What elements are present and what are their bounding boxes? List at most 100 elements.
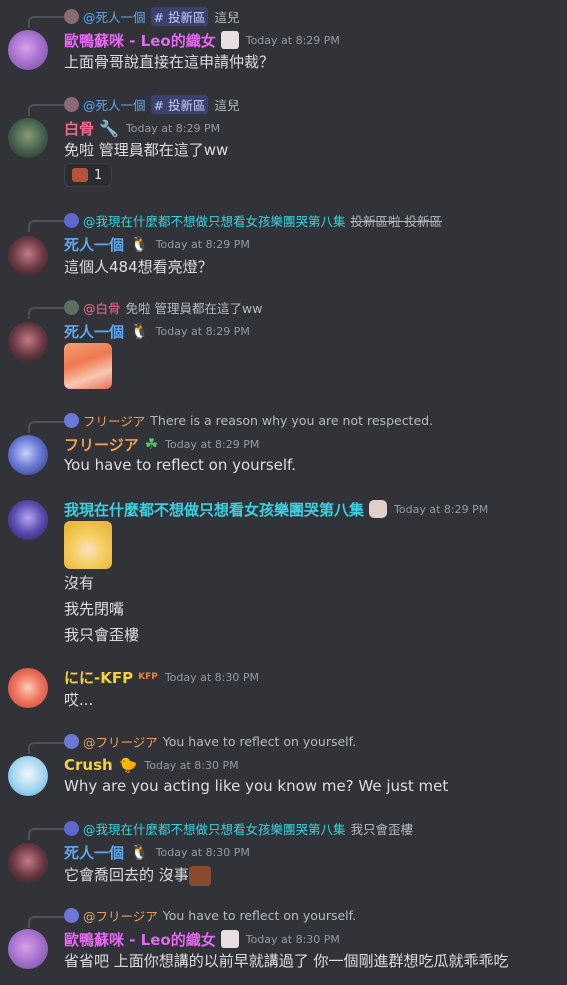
reaction-count: 1 (94, 167, 103, 183)
message-text: 省省吧 上面你想講的以前早就講過了 你一個剛進群想吃瓜就乖乖吃 (64, 952, 509, 970)
chat-message-list[interactable]: @死人一個 # 投新區 這兒 歐鴨蘇咪 - Leo的織女 Today at 8:… (0, 0, 567, 985)
message-text: 這個人484想看亮燈？ (64, 258, 213, 276)
username[interactable]: 死人一個 (64, 321, 124, 342)
avatar[interactable] (8, 929, 48, 969)
avatar[interactable] (8, 118, 48, 158)
reply-text: 這兒 (214, 9, 240, 25)
reply-username[interactable]: @我現在什麼都不想做只想看女孩樂團哭第八集 (83, 819, 346, 838)
username[interactable]: にに-KFP (64, 667, 133, 688)
reply-avatar (64, 733, 79, 749)
username[interactable]: 我現在什麼都不想做只想看女孩樂團哭第八集 (64, 499, 364, 520)
username[interactable]: 白骨 (64, 118, 94, 139)
reply-avatar (64, 299, 79, 315)
reply-username[interactable]: @死人一個 (83, 95, 146, 114)
reply-username[interactable]: @白骨 (83, 298, 121, 317)
reply-avatar (64, 820, 79, 836)
reply-spine (28, 307, 64, 319)
reply-text: There is a reason why you are not respec… (150, 412, 434, 428)
message-text: 我先閉嘴 (64, 600, 125, 618)
timestamp: Today at 8:30 PM (245, 932, 340, 946)
reply-preview[interactable]: @死人一個 # 投新區 這兒 (64, 6, 239, 26)
reply-text: You have to reflect on yourself. (162, 733, 357, 749)
timestamp: Today at 8:30 PM (155, 845, 250, 859)
reply-text: 免啦 管理員都在這了ww (125, 300, 263, 316)
role-icon (220, 31, 239, 49)
message-text: 上面骨哥說直接在這申請仲裁？ (64, 53, 275, 71)
message-text: You have to reflect on yourself. (64, 456, 297, 474)
reply-spine (28, 421, 64, 433)
reply-avatar (64, 212, 79, 228)
username[interactable]: フリージア (64, 434, 139, 455)
reply-text: 我只會歪樓 (350, 821, 414, 837)
timestamp: Today at 8:29 PM (394, 502, 489, 516)
message-text: Why are you acting like you know me? We … (64, 777, 449, 795)
username[interactable]: 死人一個 (64, 842, 124, 863)
reaction-emoji-icon (72, 168, 88, 182)
penguin-icon: 🐧 (130, 843, 149, 861)
clover-icon: ☘ (144, 435, 159, 453)
timestamp: Today at 8:29 PM (155, 324, 250, 338)
reply-preview[interactable]: フリージア There is a reason why you are not … (64, 410, 433, 430)
reply-username[interactable]: フリージア (83, 411, 145, 430)
reply-preview[interactable]: @フリージア You have to reflect on yourself. (64, 731, 356, 751)
reply-avatar (64, 8, 79, 24)
timestamp: Today at 8:30 PM (144, 758, 239, 772)
username[interactable]: 死人一個 (64, 234, 124, 255)
avatar[interactable] (8, 756, 48, 796)
reply-spine (28, 828, 64, 840)
custom-emoji-icon (188, 865, 211, 886)
avatar[interactable] (8, 322, 48, 362)
reply-username[interactable]: @フリージア (83, 732, 158, 751)
reply-spine (28, 742, 64, 754)
timestamp: Today at 8:29 PM (245, 33, 340, 47)
avatar[interactable] (8, 843, 48, 883)
penguin-icon: 🐧 (130, 322, 149, 340)
message-text: 沒有 (64, 574, 95, 592)
reply-preview[interactable]: @白骨 免啦 管理員都在這了ww (64, 297, 262, 317)
reply-preview[interactable]: @フリージア You have to reflect on yourself. (64, 905, 356, 925)
reply-preview[interactable]: @我現在什麼都不想做只想看女孩樂團哭第八集 投新區啦 投新區 (64, 210, 442, 230)
role-icon (369, 500, 388, 518)
reply-spine (28, 104, 64, 116)
timestamp: Today at 8:29 PM (165, 437, 260, 451)
avatar[interactable] (8, 500, 48, 540)
channel-mention[interactable]: # 投新區 (150, 94, 209, 114)
message-text: 它會喬回去的 沒事 (64, 866, 189, 884)
reaction-button[interactable]: 1 (64, 163, 112, 187)
reply-spine (28, 16, 64, 28)
message-text: 我只會歪樓 (64, 626, 140, 644)
kfp-badge: KFP (138, 672, 158, 682)
reply-avatar (64, 96, 79, 112)
sticker-image[interactable] (64, 343, 112, 389)
role-icon (220, 930, 239, 948)
avatar[interactable] (8, 668, 48, 708)
reply-username[interactable]: @我現在什麼都不想做只想看女孩樂團哭第八集 (83, 211, 346, 230)
sticker-image[interactable] (64, 521, 112, 569)
avatar[interactable] (8, 30, 48, 70)
reply-avatar (64, 412, 79, 428)
avatar[interactable] (8, 236, 48, 276)
reply-username[interactable]: @死人一個 (83, 7, 146, 26)
avatar[interactable] (8, 435, 48, 475)
timestamp: Today at 8:29 PM (125, 121, 221, 135)
username[interactable]: 歐鴨蘇咪 - Leo的織女 (64, 929, 216, 950)
penguin-icon: 🐧 (130, 235, 149, 253)
chick-icon: 🐤 (118, 756, 138, 774)
reply-avatar (64, 907, 79, 923)
reply-text: You have to reflect on yourself. (162, 907, 357, 923)
timestamp: Today at 8:29 PM (155, 237, 250, 251)
reply-preview[interactable]: @死人一個 # 投新區 這兒 (64, 94, 239, 114)
reply-preview[interactable]: @我現在什麼都不想做只想看女孩樂團哭第八集 我只會歪樓 (64, 818, 413, 838)
timestamp: Today at 8:30 PM (164, 670, 259, 684)
reply-spine (28, 220, 64, 232)
message-text: 哎... (64, 691, 94, 709)
reply-text: 這兒 (214, 97, 240, 113)
reply-username[interactable]: @フリージア (83, 906, 158, 925)
username[interactable]: 歐鴨蘇咪 - Leo的織女 (64, 30, 216, 51)
username[interactable]: Crush (64, 756, 113, 774)
channel-mention[interactable]: # 投新區 (150, 6, 209, 26)
reply-text: 投新區啦 投新區 (350, 213, 442, 229)
wrench-icon: 🔧 (99, 118, 119, 138)
reply-spine (28, 916, 64, 928)
message-text: 免啦 管理員都在這了ww (64, 141, 229, 159)
